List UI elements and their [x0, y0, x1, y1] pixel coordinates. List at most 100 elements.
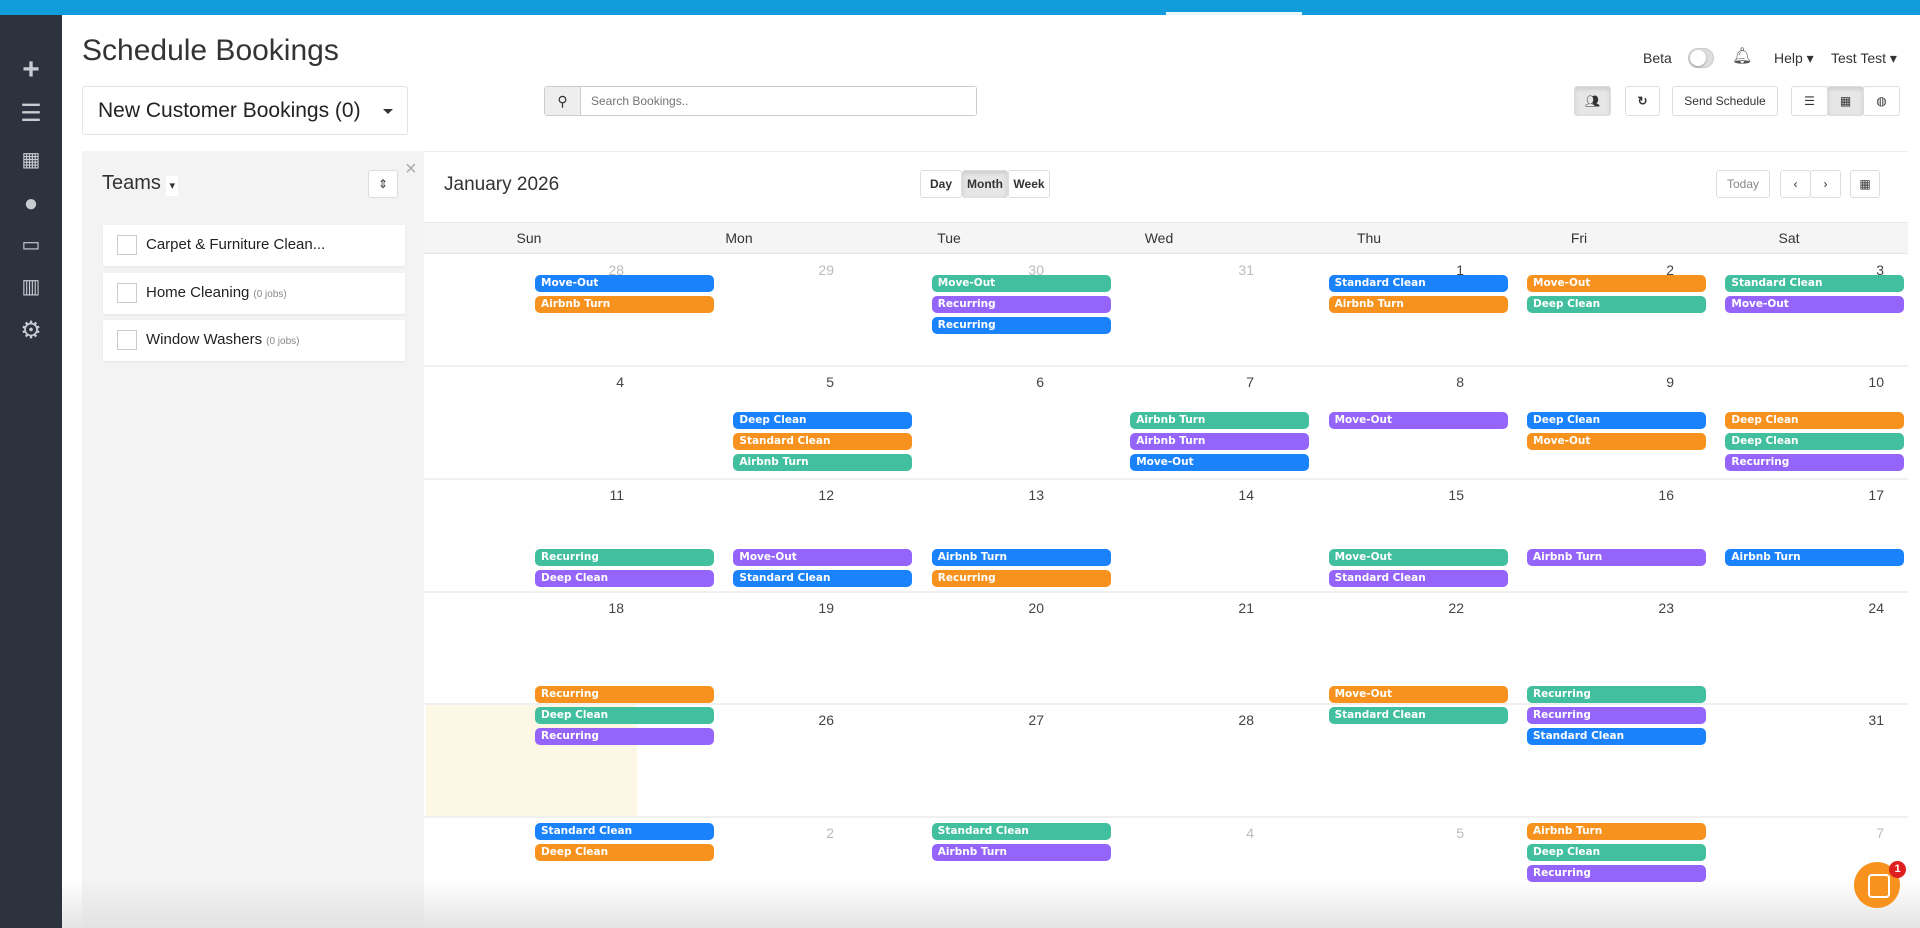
- menu-icon[interactable]: ☰: [16, 99, 46, 129]
- teams-dropdown[interactable]: Teams ▾: [102, 172, 178, 196]
- booking-event[interactable]: Standard Clean: [733, 570, 913, 587]
- day-number[interactable]: 29: [774, 262, 834, 278]
- teams-view-button[interactable]: 👥︎: [1574, 86, 1611, 116]
- new-customer-bookings-dropdown[interactable]: New Customer Bookings (0): [82, 86, 408, 135]
- booking-event[interactable]: Recurring: [1527, 686, 1706, 703]
- day-number[interactable]: 27: [984, 712, 1044, 728]
- user-menu[interactable]: Test Test ▾: [1831, 50, 1897, 67]
- booking-event[interactable]: Move-Out: [1725, 296, 1905, 313]
- booking-event[interactable]: Airbnb Turn: [931, 844, 1111, 861]
- prev-month-button[interactable]: ‹: [1780, 170, 1811, 198]
- day-number[interactable]: 18: [564, 600, 624, 616]
- booking-event[interactable]: Recurring: [535, 728, 714, 745]
- day-number[interactable]: 24: [1824, 600, 1884, 616]
- booking-event[interactable]: Airbnb Turn: [1130, 433, 1310, 450]
- view-month-button[interactable]: Month: [962, 170, 1008, 198]
- day-number[interactable]: 9: [1614, 374, 1674, 390]
- date-picker-button[interactable]: ▦: [1850, 170, 1880, 198]
- booking-event[interactable]: Move-Out: [931, 275, 1111, 292]
- checkbox[interactable]: [117, 235, 137, 255]
- booking-event[interactable]: Deep Clean: [1725, 412, 1905, 429]
- day-number[interactable]: 6: [984, 374, 1044, 390]
- today-button[interactable]: Today: [1716, 170, 1770, 198]
- booking-event[interactable]: Standard Clean: [1527, 728, 1706, 745]
- day-number[interactable]: 13: [984, 487, 1044, 503]
- credit-card-icon[interactable]: ▭: [16, 230, 46, 260]
- booking-event[interactable]: Recurring: [1527, 707, 1706, 724]
- booking-event[interactable]: Standard Clean: [1725, 275, 1905, 292]
- booking-event[interactable]: Recurring: [931, 570, 1111, 587]
- day-number[interactable]: 31: [1824, 712, 1884, 728]
- day-number[interactable]: 31: [1194, 262, 1254, 278]
- day-number[interactable]: 17: [1824, 487, 1884, 503]
- day-number[interactable]: 4: [564, 374, 624, 390]
- booking-event[interactable]: Airbnb Turn: [535, 296, 714, 313]
- team-item[interactable]: Carpet & Furniture Clean...: [103, 225, 405, 266]
- booking-event[interactable]: Recurring: [1527, 865, 1706, 882]
- booking-event[interactable]: Deep Clean: [1527, 412, 1706, 429]
- day-number[interactable]: 5: [774, 374, 834, 390]
- checkbox[interactable]: [117, 330, 137, 350]
- day-number[interactable]: 5: [1404, 825, 1464, 841]
- booking-event[interactable]: Airbnb Turn: [1328, 296, 1508, 313]
- bell-icon[interactable]: 🔔︎: [1732, 46, 1752, 66]
- booking-event[interactable]: Deep Clean: [733, 412, 913, 429]
- day-number[interactable]: 16: [1614, 487, 1674, 503]
- booking-event[interactable]: Deep Clean: [535, 844, 714, 861]
- day-number[interactable]: 12: [774, 487, 834, 503]
- booking-event[interactable]: Airbnb Turn: [931, 549, 1111, 566]
- day-number[interactable]: 26: [774, 712, 834, 728]
- day-number[interactable]: 20: [984, 600, 1044, 616]
- booking-event[interactable]: Move-Out: [1328, 412, 1508, 429]
- booking-event[interactable]: Recurring: [535, 686, 714, 703]
- booking-event[interactable]: Deep Clean: [535, 570, 714, 587]
- day-number[interactable]: 8: [1404, 374, 1464, 390]
- booking-event[interactable]: Deep Clean: [1527, 296, 1706, 313]
- help-menu[interactable]: Help ▾: [1774, 50, 1814, 67]
- booking-event[interactable]: Move-Out: [1130, 454, 1310, 471]
- booking-event[interactable]: Recurring: [535, 549, 714, 566]
- bar-chart-icon[interactable]: ▥: [16, 272, 46, 302]
- booking-event[interactable]: Move-Out: [1527, 275, 1706, 292]
- booking-event[interactable]: Move-Out: [535, 275, 714, 292]
- team-item[interactable]: Home Cleaning (0 jobs): [103, 272, 405, 314]
- list-view-button[interactable]: ☰: [1791, 86, 1828, 116]
- map-view-button[interactable]: ◍: [1863, 86, 1900, 116]
- day-number[interactable]: 11: [564, 487, 624, 503]
- day-number[interactable]: 7: [1194, 374, 1254, 390]
- booking-event[interactable]: Move-Out: [733, 549, 913, 566]
- booking-event[interactable]: Standard Clean: [1328, 275, 1508, 292]
- refresh-button[interactable]: ↻: [1625, 86, 1660, 116]
- send-schedule-button[interactable]: Send Schedule: [1672, 86, 1778, 116]
- beta-toggle[interactable]: [1688, 48, 1714, 68]
- day-number[interactable]: 7: [1824, 825, 1884, 841]
- day-number[interactable]: 28: [1194, 712, 1254, 728]
- booking-event[interactable]: Move-Out: [1527, 433, 1706, 450]
- booking-event[interactable]: Airbnb Turn: [1725, 549, 1905, 566]
- day-number[interactable]: 4: [1194, 825, 1254, 841]
- view-day-button[interactable]: Day: [920, 170, 962, 198]
- booking-event[interactable]: Deep Clean: [535, 707, 714, 724]
- booking-event[interactable]: Airbnb Turn: [1130, 412, 1310, 429]
- next-month-button[interactable]: ›: [1810, 170, 1841, 198]
- booking-event[interactable]: Airbnb Turn: [1527, 823, 1706, 840]
- booking-event[interactable]: Recurring: [931, 317, 1111, 334]
- booking-event[interactable]: Standard Clean: [931, 823, 1111, 840]
- plus-icon[interactable]: +: [16, 55, 46, 85]
- booking-event[interactable]: Deep Clean: [1725, 433, 1905, 450]
- booking-event[interactable]: Standard Clean: [733, 433, 913, 450]
- booking-event[interactable]: Move-Out: [1328, 686, 1508, 703]
- sort-button[interactable]: ⇕: [368, 170, 398, 198]
- day-number[interactable]: 14: [1194, 487, 1254, 503]
- day-number[interactable]: 15: [1404, 487, 1464, 503]
- team-item[interactable]: Window Washers (0 jobs): [103, 320, 405, 361]
- gear-icon[interactable]: ⚙: [16, 316, 46, 346]
- booking-event[interactable]: Standard Clean: [535, 823, 714, 840]
- booking-event[interactable]: Move-Out: [1328, 549, 1508, 566]
- calendar-icon[interactable]: ▦: [16, 145, 46, 175]
- day-number[interactable]: 22: [1404, 600, 1464, 616]
- day-number[interactable]: 19: [774, 600, 834, 616]
- day-number[interactable]: 10: [1824, 374, 1884, 390]
- booking-event[interactable]: Standard Clean: [1328, 570, 1508, 587]
- day-number[interactable]: 2: [774, 825, 834, 841]
